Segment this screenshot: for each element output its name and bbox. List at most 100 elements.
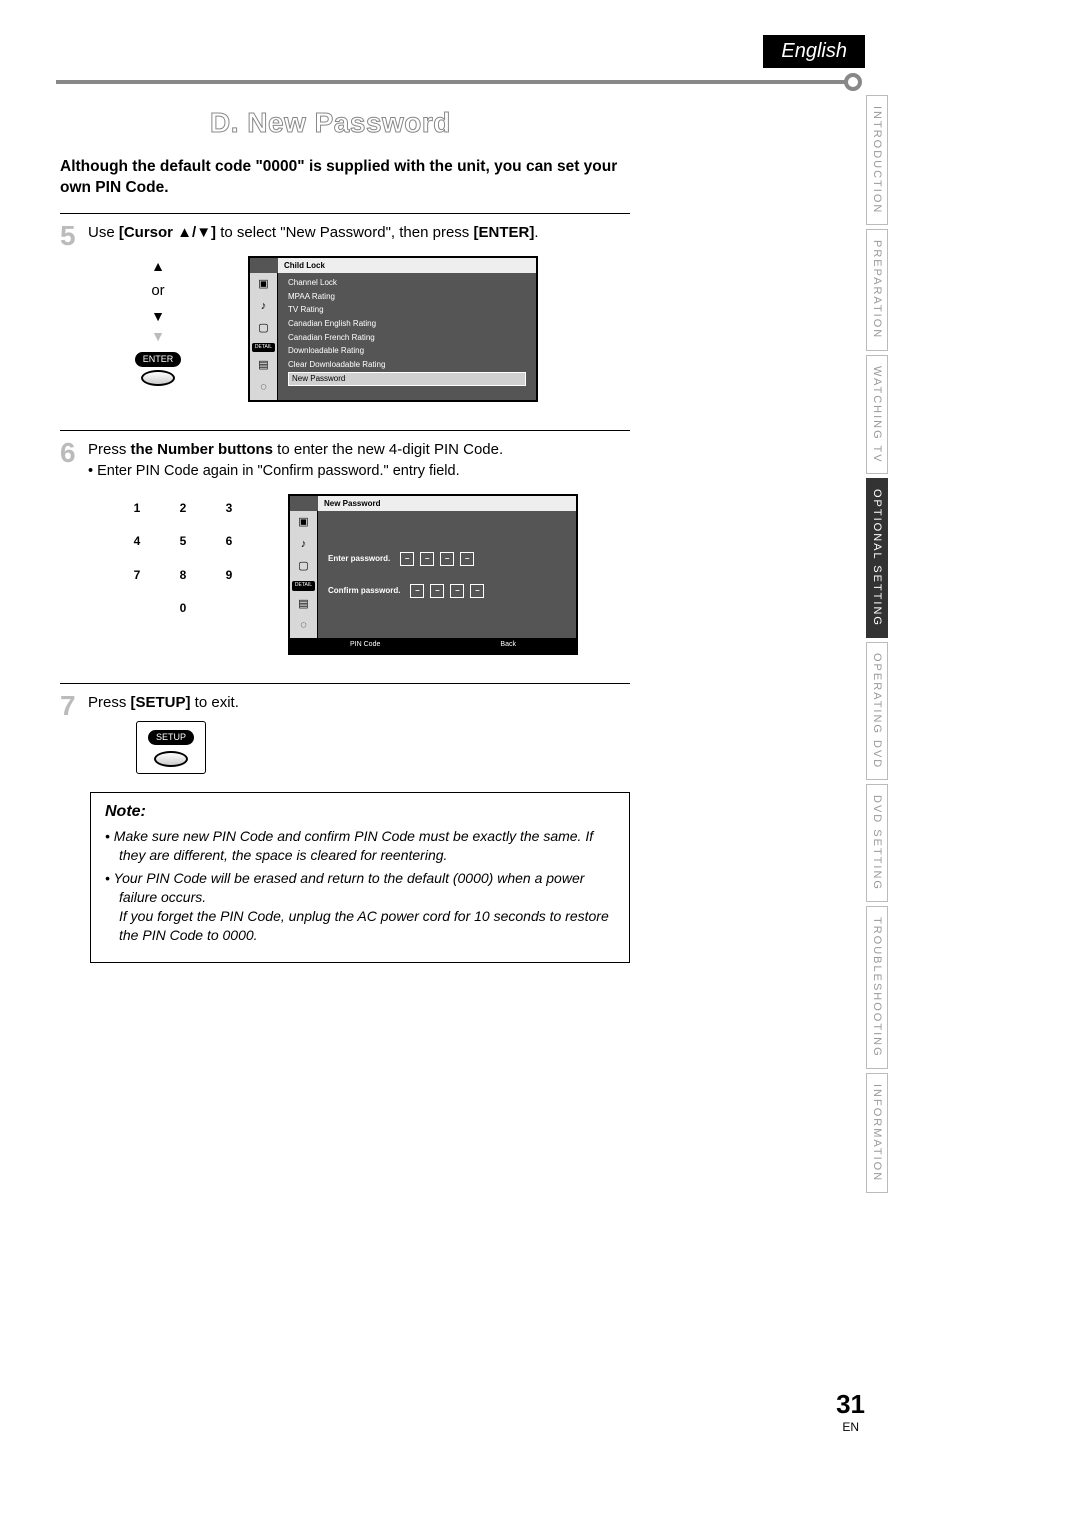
- tv-screen-newpassword: New Password ▣ ♪ ▢ DETAIL ▤ ◌ Enter: [288, 494, 578, 655]
- text: .: [534, 224, 538, 241]
- detail-badge: DETAIL: [292, 581, 315, 590]
- down-arrow-icon: ▼: [128, 306, 188, 326]
- note-bullet: Make sure new PIN Code and confirm PIN C…: [105, 827, 615, 865]
- step-5: 5 Use [Cursor ▲/▼] to select "New Passwo…: [60, 222, 630, 420]
- step-7: 7 Press [SETUP] to exit. SETUP: [60, 692, 630, 775]
- menu-item: Canadian French Rating: [288, 332, 526, 344]
- tab-information: INFORMATION: [866, 1073, 888, 1193]
- label: Enter password.: [328, 553, 390, 565]
- note-title: Note:: [105, 803, 615, 821]
- text: Press: [88, 441, 131, 458]
- step-divider: [60, 213, 630, 214]
- tab-optional-setting: OPTIONAL SETTING: [866, 478, 888, 638]
- language-tab: English: [763, 35, 865, 68]
- flag-icon: ▢: [298, 559, 308, 575]
- screen-footer: PIN Code Back: [290, 638, 576, 652]
- password-entry: Enter password. – – – – Confirm password…: [318, 511, 576, 638]
- step-text: Press the Number buttons to enter the ne…: [88, 439, 630, 672]
- step-divider: [60, 430, 630, 431]
- label: Confirm password.: [328, 585, 400, 597]
- pin-box: –: [400, 552, 414, 566]
- doc-icon: ▤: [258, 358, 268, 374]
- down-arrow-dim-icon: ▼: [128, 326, 188, 346]
- pin-box: –: [410, 584, 424, 598]
- disk-icon: ◌: [300, 618, 307, 634]
- screen-sidebar: ▣ ♪ ▢ DETAIL ▤ ◌: [290, 511, 318, 638]
- step-number: 6: [60, 439, 88, 672]
- enter-label: [ENTER]: [473, 224, 534, 241]
- page-footer: 31 EN: [836, 1389, 865, 1434]
- tab-preparation: PREPARATION: [866, 229, 888, 350]
- note-box: Note: Make sure new PIN Code and confirm…: [90, 792, 630, 963]
- header-rule: [56, 80, 850, 84]
- number-keypad-diagram: 1 2 3 4 5 6 7 8 9 0: [128, 494, 238, 618]
- key-icon: ♪: [261, 299, 267, 315]
- setup-button-diagram: SETUP: [136, 721, 206, 774]
- key-5: 5: [174, 533, 192, 550]
- key-8: 8: [174, 567, 192, 584]
- pin-box: –: [460, 552, 474, 566]
- screen-title: New Password: [318, 496, 576, 512]
- disk-icon: ◌: [260, 380, 267, 396]
- tv-screen-childlock: Child Lock ▣ ♪ ▢ DETAIL ▤ ◌ Channel Lock: [248, 256, 538, 403]
- menu-item: Clear Downloadable Rating: [288, 359, 526, 371]
- section-heading: D. New Password: [210, 107, 1040, 139]
- menu-item: TV Rating: [288, 304, 526, 316]
- pin-box: –: [440, 552, 454, 566]
- figure-row: 1 2 3 4 5 6 7 8 9 0 New Password ▣: [128, 494, 630, 655]
- pin-box: –: [470, 584, 484, 598]
- tab-watching-tv: WATCHING TV: [866, 355, 888, 475]
- note-bullet: Your PIN Code will be erased and return …: [105, 869, 615, 945]
- key-0: 0: [174, 600, 192, 617]
- page-number: 31: [836, 1389, 865, 1419]
- detail-badge: DETAIL: [252, 343, 275, 352]
- step-6: 6 Press the Number buttons to enter the …: [60, 439, 630, 672]
- screen-menu: Channel Lock MPAA Rating TV Rating Canad…: [278, 273, 536, 400]
- screen-title: Child Lock: [278, 258, 536, 274]
- key-icon: ♪: [301, 537, 307, 553]
- flag-icon: ▢: [258, 321, 268, 337]
- text: Press: [88, 694, 131, 711]
- key-1: 1: [128, 500, 146, 517]
- confirm-password-row: Confirm password. – – – –: [328, 584, 566, 598]
- text: to exit.: [191, 694, 239, 711]
- enter-button-icon: ENTER: [135, 352, 182, 367]
- figure-row: ▲ or ▼ ▼ ENTER Child Lock ▣ ♪ ▢ DETAIL: [128, 256, 630, 403]
- key-6: 6: [220, 533, 238, 550]
- footer-back: Back: [500, 640, 516, 650]
- tab-troubleshooting: TROUBLESHOOTING: [866, 906, 888, 1069]
- step-number: 5: [60, 222, 88, 420]
- section-intro: Although the default code "0000" is supp…: [60, 157, 620, 199]
- menu-item: Downloadable Rating: [288, 345, 526, 357]
- key-9: 9: [220, 567, 238, 584]
- doc-icon: ▤: [298, 597, 308, 613]
- menu-item: Canadian English Rating: [288, 318, 526, 330]
- menu-item-selected: New Password: [288, 372, 526, 386]
- up-arrow-icon: ▲: [128, 256, 188, 276]
- text: to select "New Password", then press: [216, 224, 473, 241]
- step-text: Use [Cursor ▲/▼] to select "New Password…: [88, 222, 630, 420]
- text: to enter the new 4-digit PIN Code.: [273, 441, 503, 458]
- or-label: or: [128, 280, 188, 302]
- cursor-label: [Cursor ▲/▼]: [119, 224, 216, 241]
- enter-password-row: Enter password. – – – –: [328, 552, 566, 566]
- step-divider: [60, 683, 630, 684]
- step-number: 7: [60, 692, 88, 775]
- key-4: 4: [128, 533, 146, 550]
- step-text: Press [SETUP] to exit. SETUP: [88, 692, 630, 775]
- oval-button-icon: [154, 751, 188, 767]
- key-2: 2: [174, 500, 192, 517]
- bullet-text: Enter PIN Code again in "Confirm passwor…: [88, 461, 630, 482]
- footer-pincode: PIN Code: [350, 640, 380, 650]
- pin-box: –: [450, 584, 464, 598]
- key-3: 3: [220, 500, 238, 517]
- tab-operating-dvd: OPERATING DVD: [866, 642, 888, 780]
- remote-cursor-diagram: ▲ or ▼ ▼ ENTER: [128, 256, 188, 386]
- oval-button-icon: [141, 370, 175, 386]
- note-line: If you forget the PIN Code, unplug the A…: [119, 908, 609, 943]
- pa-icon: ▣: [298, 515, 308, 531]
- note-line: Your PIN Code will be erased and return …: [114, 870, 585, 905]
- section-tabs: INTRODUCTION PREPARATION WATCHING TV OPT…: [866, 95, 892, 1197]
- key-7: 7: [128, 567, 146, 584]
- screen-sidebar: ▣ ♪ ▢ DETAIL ▤ ◌: [250, 273, 278, 400]
